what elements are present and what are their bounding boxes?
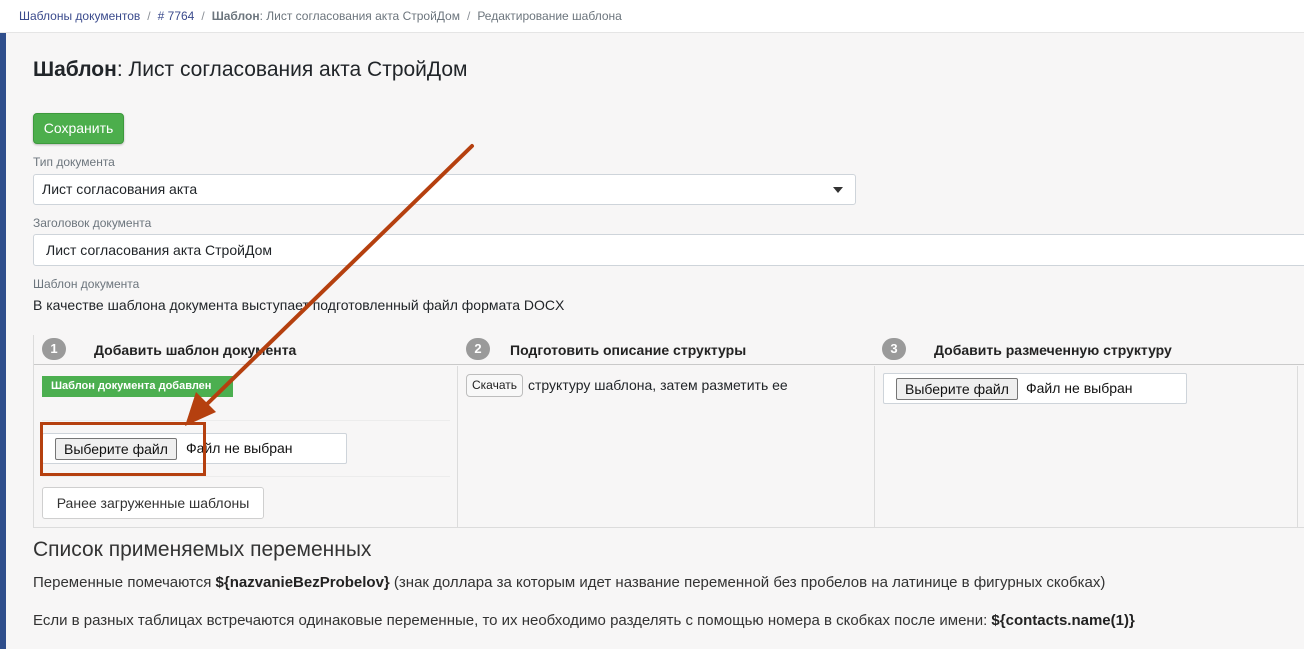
breadcrumb-current: Редактирование шаблона (477, 9, 622, 23)
divider (42, 476, 450, 477)
step-2-text: структуру шаблона, затем разметить ее (528, 377, 788, 393)
doc-title-label: Заголовок документа (33, 216, 152, 230)
step-title-3: Добавить размеченную структуру (934, 342, 1172, 358)
doc-type-select[interactable]: Лист согласования акта (33, 174, 856, 205)
breadcrumb-separator: / (147, 9, 151, 23)
step-number-1: 1 (42, 338, 66, 360)
step-number-3: 3 (882, 338, 906, 360)
p2-prefix: Если в разных таблицах встречаются одина… (33, 612, 992, 629)
file-status: Файл не выбран (186, 440, 293, 456)
choose-file-button[interactable]: Выберите файл (55, 438, 177, 460)
breadcrumb-link-id[interactable]: # 7764 (158, 9, 195, 23)
p2-code: ${contacts.name(1)} (991, 612, 1135, 629)
save-button[interactable]: Сохранить (33, 113, 124, 144)
p1-suffix: (знак доллара за которым идет название п… (389, 574, 1106, 591)
page-title-name: : Лист согласования акта СтройДом (116, 58, 468, 81)
variables-paragraph-2: Если в разных таблицах встречаются одина… (33, 612, 1135, 629)
step-1-panel: Шаблон документа добавлен Выберите файл … (34, 366, 458, 528)
step-title-1: Добавить шаблон документа (94, 342, 297, 358)
file-status: Файл не выбран (1026, 380, 1133, 396)
breadcrumb-separator: / (201, 9, 205, 23)
step-title-2: Подготовить описание структуры (510, 342, 747, 358)
step-3-panel: Выберите файл Файл не выбран (875, 366, 1298, 528)
breadcrumb: Шаблоны документов / # 7764 / Шаблон: Лист с… (19, 9, 622, 23)
breadcrumb-template-name: : Лист согласования акта СтройДом (259, 9, 460, 23)
template-file-input[interactable]: Выберите файл Файл не выбран (42, 433, 347, 464)
template-description: В качестве шаблона документа выступает п… (33, 297, 565, 313)
download-button[interactable]: Скачать (466, 374, 523, 397)
page-title-prefix: Шаблон (33, 58, 117, 81)
doc-title-input[interactable]: Лист согласования акта СтройДом (33, 234, 1304, 266)
variables-heading: Список применяемых переменных (33, 538, 372, 561)
step-number-2: 2 (466, 338, 490, 360)
breadcrumb-template-label: Шаблон (211, 9, 260, 23)
variables-paragraph-1: Переменные помечаются ${nazvanieBezProbe… (33, 574, 1105, 591)
page-title: Шаблон: Лист согласования акта СтройДом (33, 58, 468, 82)
chevron-down-icon (833, 187, 843, 193)
steps-header: 1 Добавить шаблон документа 2 Подготовит… (34, 335, 1304, 365)
p1-prefix: Переменные помечаются (33, 574, 216, 591)
breadcrumb-separator: / (466, 9, 471, 23)
structure-file-input[interactable]: Выберите файл Файл не выбран (883, 373, 1187, 404)
steps-table: 1 Добавить шаблон документа 2 Подготовит… (33, 335, 1304, 528)
doc-type-label: Тип документа (33, 155, 115, 169)
breadcrumb-link-templates[interactable]: Шаблоны документов (19, 9, 140, 23)
top-bar: Шаблоны документов / # 7764 / Шаблон: Лист с… (0, 0, 1304, 33)
doc-type-value: Лист согласования акта (42, 181, 198, 197)
left-accent-bar (0, 33, 6, 649)
previous-templates-button[interactable]: Ранее загруженные шаблоны (42, 487, 264, 519)
divider (42, 420, 450, 421)
step-2-panel: Скачать структуру шаблона, затем размети… (458, 366, 875, 528)
p1-code: ${nazvanieBezProbelov} (215, 574, 390, 591)
template-label: Шаблон документа (33, 277, 140, 291)
choose-file-button[interactable]: Выберите файл (896, 378, 1018, 400)
status-badge: Шаблон документа добавлен (42, 376, 233, 397)
